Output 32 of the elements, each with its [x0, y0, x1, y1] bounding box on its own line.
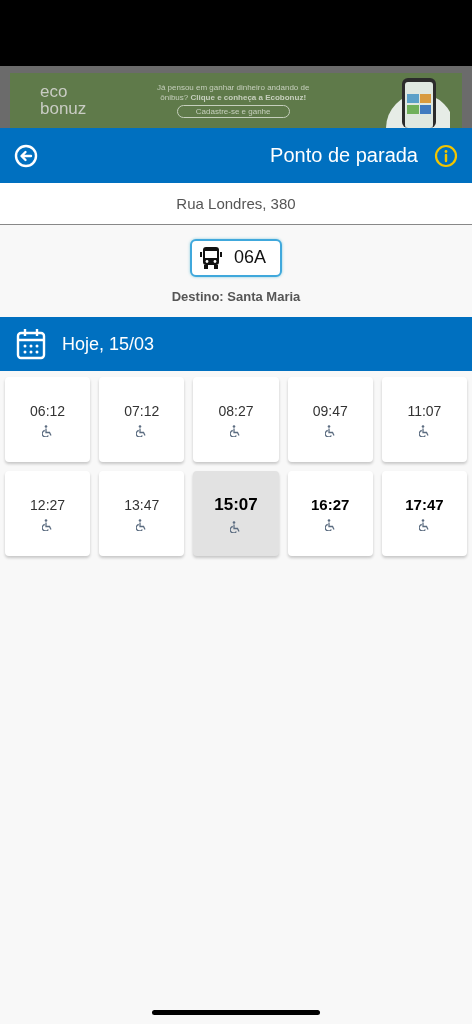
wheelchair-icon [136, 518, 148, 531]
departure-card[interactable]: 11:07 [381, 377, 467, 462]
departure-card[interactable]: 06:12 [5, 377, 91, 462]
departure-card[interactable]: 08:27 [193, 377, 279, 462]
departure-card[interactable]: 17:47 [381, 471, 467, 556]
logo-text: eco [40, 84, 69, 101]
departure-card[interactable]: 09:47 [287, 377, 373, 462]
wheelchair-icon [42, 424, 54, 437]
departure-card[interactable]: 12:27 [5, 471, 91, 556]
date-label: Hoje, 15/03 [62, 333, 155, 355]
wheelchair-icon [230, 520, 242, 533]
destination-label: Destino: Santa Maria [171, 288, 301, 304]
back-icon[interactable] [14, 143, 38, 168]
logo-text: bonuz [40, 100, 87, 117]
departure-card[interactable]: 13:47 [99, 471, 185, 556]
route-number: 06A [234, 247, 266, 268]
bus-icon [200, 245, 222, 270]
departure-card[interactable]: 07:12 [99, 377, 185, 462]
wheelchair-icon [324, 424, 336, 437]
page-title: Ponto de parada [269, 144, 418, 167]
departure-card[interactable]: 16:27 [287, 471, 373, 556]
stop-address: Rua Londres, 380 [176, 195, 296, 212]
ad-text: Já pensou em ganhar dinheiro andando de ônibus? Clique e conheça a Ecobonuz! [155, 82, 311, 104]
wheelchair-icon [418, 424, 430, 437]
wheelchair-icon [42, 518, 54, 531]
calendar-icon[interactable] [16, 328, 46, 360]
departure-card[interactable]: 15:07 [193, 471, 279, 556]
wheelchair-icon [136, 424, 148, 437]
info-icon[interactable] [434, 143, 458, 168]
wheelchair-icon [324, 519, 336, 531]
wheelchair-icon [230, 424, 242, 437]
wheelchair-icon [418, 519, 430, 531]
